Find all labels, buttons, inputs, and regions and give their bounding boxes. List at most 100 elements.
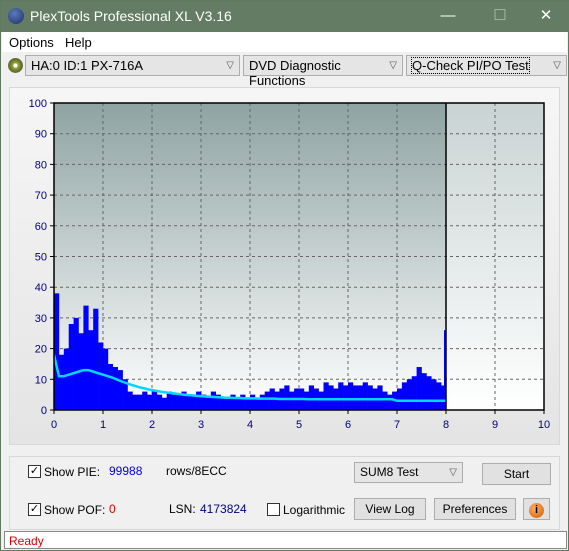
chevron-down-icon: ▽: [226, 60, 234, 71]
pie-bar: [161, 397, 167, 410]
pie-bar: [289, 391, 295, 410]
y-tick-label: 80: [35, 159, 47, 171]
x-tick-label: 10: [538, 419, 550, 431]
pie-bar: [303, 391, 310, 410]
x-tick-label: 3: [198, 419, 204, 431]
pie-bar: [73, 317, 79, 410]
x-tick-label: 1: [100, 419, 106, 431]
pie-bar: [387, 394, 393, 410]
lsn-value: 4173824: [200, 502, 247, 516]
disc-icon: [8, 58, 23, 73]
preferences-button[interactable]: Preferences: [434, 498, 516, 520]
pie-bar: [411, 376, 417, 410]
pie-bar: [93, 308, 99, 410]
pie-bar: [318, 391, 324, 410]
pie-bar: [127, 391, 133, 410]
pie-bar: [58, 354, 65, 410]
x-tick-label: 8: [443, 419, 449, 431]
pie-bar: [132, 394, 138, 410]
show-pof-label: Show POF:: [44, 503, 106, 517]
y-tick-label: 60: [35, 221, 47, 233]
pie-bar: [68, 324, 74, 410]
pie-bar: [142, 391, 148, 410]
logarithmic-checkbox[interactable]: [267, 503, 280, 516]
pie-bar: [137, 394, 143, 410]
pie-bar: [210, 391, 216, 410]
y-tick-label: 30: [35, 313, 47, 325]
x-tick-label: 2: [149, 419, 155, 431]
menu-bar: Options Help: [2, 32, 567, 52]
pof-value: 0: [109, 502, 116, 516]
pie-bar: [352, 385, 359, 410]
pie-bar: [382, 391, 388, 410]
pie-bar: [421, 373, 427, 410]
x-tick-label: 0: [51, 419, 57, 431]
pie-bar: [362, 382, 368, 410]
window-title: PlexTools Professional XL V3.16: [30, 8, 232, 24]
pie-bar: [397, 388, 403, 410]
mode-select[interactable]: SUM8 Test ▽: [354, 462, 463, 483]
pie-bar: [343, 385, 349, 410]
chart-svg: 0 1 2 3 4 5 6 7 8 9 100102030405060708090100: [29, 98, 550, 431]
rows-label: rows/8ECC: [166, 464, 227, 478]
menu-help[interactable]: Help: [65, 35, 92, 50]
pie-bar: [186, 394, 192, 410]
view-log-button[interactable]: View Log: [354, 498, 426, 520]
lsn-label: LSN:: [169, 502, 196, 516]
minimize-button[interactable]: —: [433, 6, 463, 26]
pie-bar: [147, 394, 153, 410]
pie-bar: [171, 394, 177, 410]
pie-bar: [367, 385, 373, 410]
pie-bar: [328, 385, 334, 410]
test-select-value: Q-Check PI/PO Test: [411, 57, 530, 74]
toolbar: HA:0 ID:1 PX-716A ▽ DVD Diagnostic Functi…: [2, 52, 567, 88]
menu-options[interactable]: Options: [9, 35, 54, 50]
pie-bar: [107, 363, 114, 410]
pie-bar: [225, 397, 231, 410]
test-select[interactable]: Q-Check PI/PO Test ▽: [406, 55, 567, 76]
chevron-down-icon: ▽: [389, 60, 397, 71]
show-pie-checkbox[interactable]: ✓: [28, 465, 41, 478]
y-tick-label: 90: [35, 129, 47, 141]
y-tick-label: 0: [41, 405, 47, 417]
pie-bar: [112, 367, 118, 410]
pi-po-chart: 0 1 2 3 4 5 6 7 8 9 10 0 10 20 30 40 50 60 70 80 90 100: [9, 87, 560, 445]
close-button[interactable]: ✕: [531, 6, 561, 26]
y-tick-label: 50: [35, 252, 47, 264]
info-button[interactable]: i: [523, 498, 550, 520]
pie-bar: [205, 397, 212, 410]
show-pof-checkbox[interactable]: ✓: [28, 503, 41, 516]
pie-bar: [377, 385, 383, 410]
maximize-button[interactable]: ☐: [485, 6, 515, 26]
pie-bar: [117, 370, 123, 410]
controls-panel: ✓ Show PIE: 99988 rows/8ECC SUM8 Test ▽ S…: [9, 456, 560, 530]
y-tick-label: 100: [29, 98, 47, 110]
pie-bar: [83, 305, 89, 410]
start-button[interactable]: Start: [482, 463, 551, 485]
pie-bar: [54, 293, 60, 410]
y-tick-label: 70: [35, 190, 47, 202]
pie-bar: [348, 382, 354, 410]
function-select-value: DVD Diagnostic Functions: [249, 58, 341, 88]
pie-bar: [166, 391, 172, 410]
x-tick-label: 7: [394, 419, 400, 431]
pie-bar: [156, 394, 163, 410]
pie-bar: [357, 385, 363, 410]
pie-bar: [98, 342, 104, 410]
pie-bar: [401, 382, 408, 410]
pie-bar: [235, 397, 241, 410]
pie-bar: [196, 391, 202, 410]
y-tick-label: 40: [35, 282, 47, 294]
pie-bar: [152, 391, 158, 410]
show-pie-label: Show PIE:: [44, 465, 101, 479]
drive-select-value: HA:0 ID:1 PX-716A: [31, 58, 143, 73]
function-select[interactable]: DVD Diagnostic Functions ▽: [243, 55, 403, 88]
logarithmic-label: Logarithmic: [283, 503, 346, 517]
pie-bar: [63, 348, 69, 410]
app-logo-icon: [8, 8, 24, 24]
mode-select-value: SUM8 Test: [360, 465, 419, 479]
pie-bar: [431, 379, 437, 410]
drive-select[interactable]: HA:0 ID:1 PX-716A ▽: [25, 55, 240, 76]
pie-bar: [338, 382, 344, 410]
info-icon: i: [529, 503, 544, 518]
